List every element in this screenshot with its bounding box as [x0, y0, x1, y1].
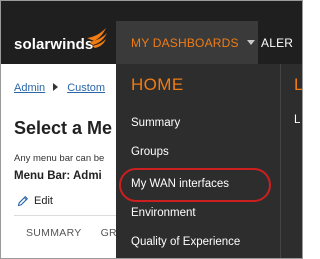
page-title: Select a Me [14, 118, 113, 138]
second-column-item[interactable]: L [294, 114, 300, 126]
my-dashboards-menu[interactable]: MY DASHBOARDS [116, 21, 258, 64]
pencil-icon [17, 195, 29, 207]
content-divider [14, 215, 124, 216]
highlight-annotation-ring [119, 168, 271, 202]
tab-groups[interactable]: GR [101, 227, 117, 239]
caret-down-icon [246, 40, 255, 45]
home-column-heading: HOME [131, 75, 184, 94]
menu-item-environment[interactable]: Environment [131, 207, 196, 219]
my-dashboards-label: MY DASHBOARDS [131, 35, 239, 50]
second-column-heading: L [294, 75, 303, 94]
solarwinds-flame-icon [87, 28, 107, 48]
alerts-menu[interactable]: ALER [258, 21, 293, 64]
menu-item-summary[interactable]: Summary [131, 117, 180, 129]
edit-button[interactable]: Edit [17, 195, 53, 207]
tab-summary[interactable]: SUMMARY [26, 227, 82, 239]
menu-bar-label: Menu Bar: Admi [14, 170, 102, 182]
breadcrumb: Admin Custom [14, 82, 105, 94]
menu-item-quality-of-experience[interactable]: Quality of Experience [131, 236, 240, 248]
column-divider [280, 64, 281, 258]
dashboards-dropdown: HOME L L Summary Groups My WAN interface… [116, 64, 303, 258]
menu-item-groups[interactable]: Groups [131, 146, 169, 158]
top-nav-bar: solarwinds MY DASHBOARDS ALER [1, 1, 302, 64]
breadcrumb-arrow-icon [53, 83, 59, 91]
edit-button-label: Edit [34, 195, 53, 207]
breadcrumb-custom-link[interactable]: Custom [67, 82, 105, 94]
solarwinds-logo-text: solarwinds [14, 36, 94, 53]
screenshot-frame: Admin Custom Select a Me Any menu bar can… [0, 0, 303, 259]
page-description: Any menu bar can be [14, 153, 105, 164]
breadcrumb-admin-link[interactable]: Admin [14, 82, 45, 94]
